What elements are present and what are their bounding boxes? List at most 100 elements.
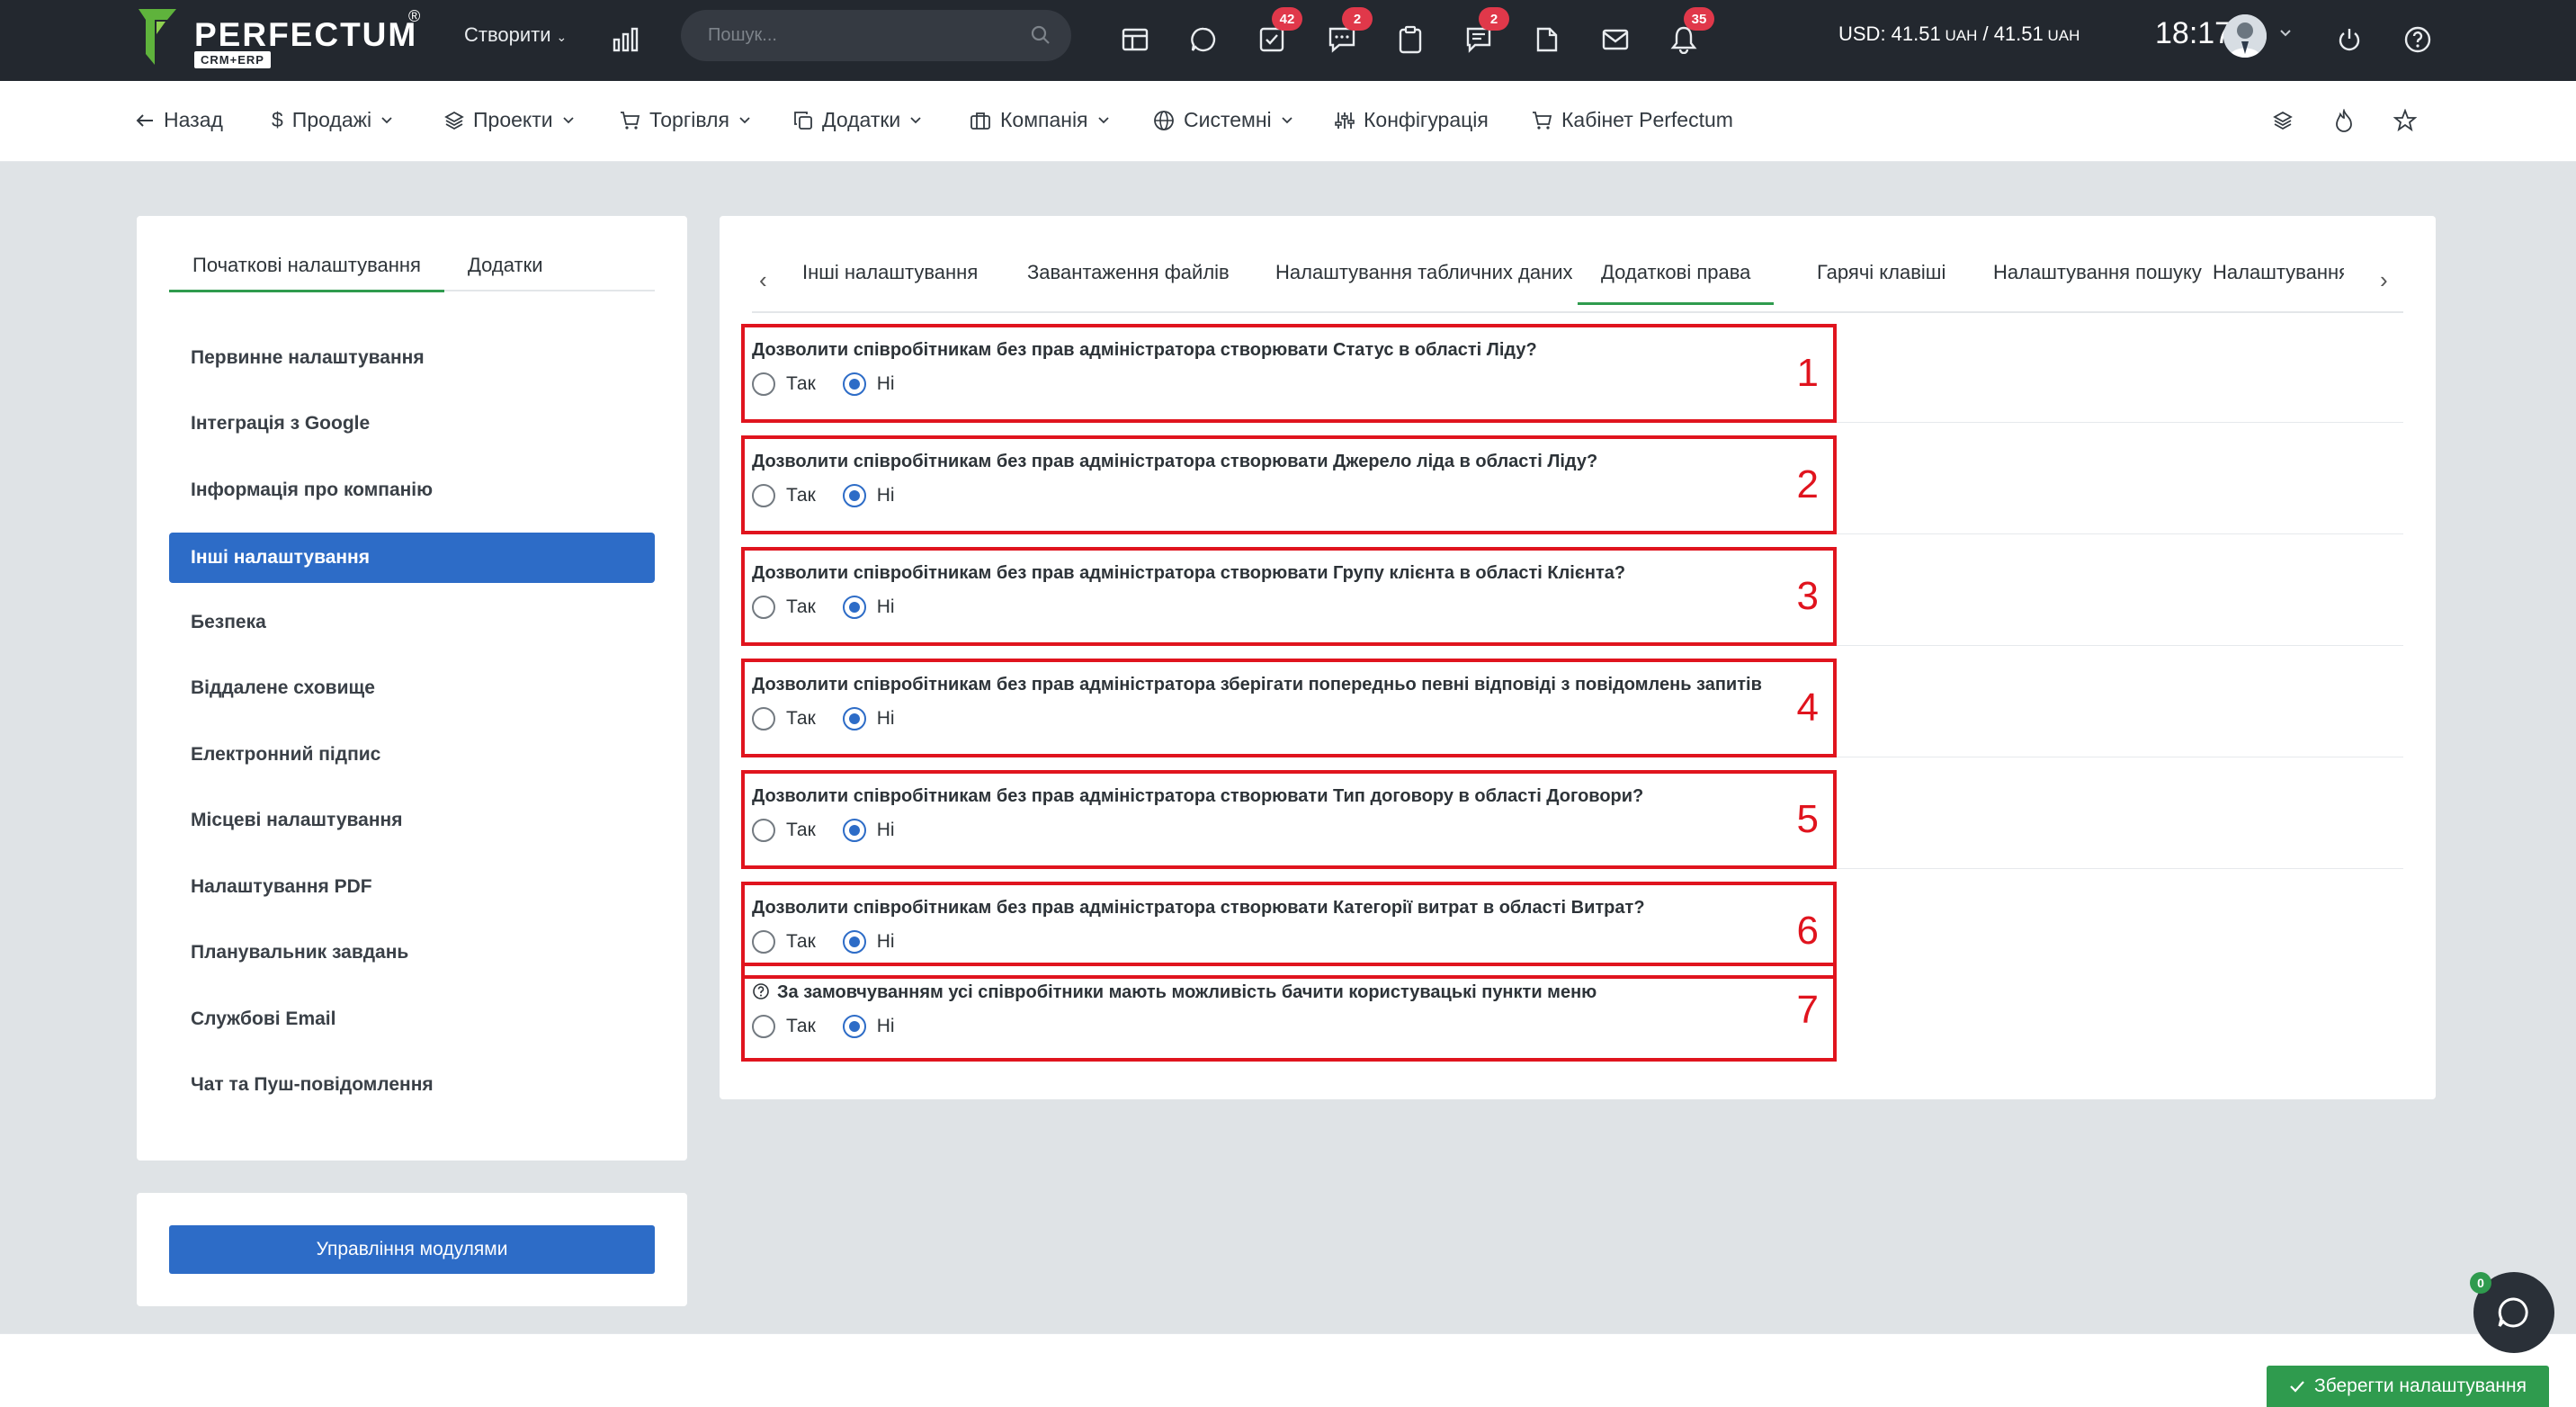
radio-no[interactable] xyxy=(842,484,866,507)
settings-tabs: ‹ Інші налаштування Завантаження файлів … xyxy=(752,252,2403,313)
copy-icon xyxy=(794,111,812,130)
radio-no-label: Ні xyxy=(876,485,895,506)
settings-content: ‹ Інші налаштування Завантаження файлів … xyxy=(720,216,2436,1099)
radio-yes[interactable] xyxy=(752,484,775,507)
radio-no[interactable] xyxy=(842,596,866,619)
clock: 18:17 xyxy=(2155,16,2232,50)
nav-back-label: Назад xyxy=(164,108,223,131)
tab-hotkeys[interactable]: Гарячі клавіші xyxy=(1817,261,1945,302)
radio-yes[interactable] xyxy=(752,1015,775,1038)
radio-yes-label: Так xyxy=(786,596,816,617)
nav-cabinet[interactable]: Кабінет Perfectum xyxy=(1531,108,1733,132)
search-input[interactable] xyxy=(708,10,1014,61)
save-settings-label: Зберегти налаштування xyxy=(2314,1376,2527,1396)
sidebar-item-scheduler[interactable]: Планувальник завдань xyxy=(169,928,655,978)
tasks-badge: 42 xyxy=(1272,7,1302,31)
mail-icon[interactable] xyxy=(1592,16,1639,63)
flame-icon[interactable] xyxy=(2330,106,2358,135)
sidebar-item-google[interactable]: Інтеграція з Google xyxy=(169,399,655,449)
cart-icon xyxy=(621,111,640,130)
question-circle-icon[interactable] xyxy=(752,982,770,1000)
radio-yes-label: Так xyxy=(786,373,816,394)
brand-registered-mark: ® xyxy=(408,7,421,25)
dollar-icon: $ xyxy=(272,108,283,131)
sidebar-item-email[interactable]: Службові Email xyxy=(169,994,655,1044)
tab-file-uploads[interactable]: Завантаження файлів xyxy=(1027,261,1230,302)
layers-icon[interactable] xyxy=(2268,106,2297,135)
save-settings-button[interactable]: Зберегти налаштування xyxy=(2267,1366,2549,1407)
tab-settings-more[interactable]: Налаштування xyxy=(2213,261,2344,302)
help-circle-icon[interactable] xyxy=(2394,16,2441,63)
nav-cabinet-label: Кабінет Perfectum xyxy=(1561,108,1733,131)
bell-icon[interactable]: 35 xyxy=(1660,7,1714,63)
nav-company[interactable]: Компанія xyxy=(970,108,1110,132)
sidebar-item-initial-setup[interactable]: Первинне налаштування xyxy=(169,333,655,383)
radio-yes[interactable] xyxy=(752,930,775,954)
radio-yes[interactable] xyxy=(752,819,775,842)
tasks-checkbox-icon[interactable]: 42 xyxy=(1248,7,1302,63)
currency-usd: USD: 41.51 xyxy=(1838,22,1941,45)
option-question: Дозволити співробітникам без прав адміні… xyxy=(752,452,1598,471)
nav-system[interactable]: Системні xyxy=(1153,108,1293,132)
sidebar-item-company-info[interactable]: Інформація про компанію xyxy=(169,465,655,515)
perfectum-logo[interactable]: PERFECTUM ® CRM+ERP xyxy=(137,7,434,70)
avatar[interactable] xyxy=(2223,14,2267,58)
tab-table-data[interactable]: Налаштування табличних даних xyxy=(1275,261,1573,302)
tab-additional-rights[interactable]: Додаткові права xyxy=(1578,261,1775,305)
nav-trade[interactable]: Торгівля xyxy=(619,108,751,132)
option-predefined-replies: Дозволити співробітникам без прав адміні… xyxy=(752,662,2403,757)
sidebar-item-security[interactable]: Безпека xyxy=(169,597,655,648)
tab-initial-settings[interactable]: Початкові налаштування xyxy=(169,254,444,292)
reports-chart-icon[interactable] xyxy=(603,16,649,63)
chat-bubble-icon[interactable] xyxy=(1180,16,1227,63)
option-radios: Так Ні xyxy=(752,596,922,619)
search-icon[interactable] xyxy=(1030,24,1051,46)
sidebar-item-other-settings[interactable]: Інші налаштування xyxy=(169,533,655,583)
chevron-right-icon[interactable]: › xyxy=(2380,266,2388,294)
tab-other-settings[interactable]: Інші налаштування xyxy=(802,261,978,302)
sidebar-item-chat-push[interactable]: Чат та Пуш-повідомлення xyxy=(169,1060,655,1110)
messages-icon[interactable]: 2 xyxy=(1319,7,1373,63)
document-icon[interactable] xyxy=(1524,16,1570,63)
sidebar-item-e-signature[interactable]: Електронний підпис xyxy=(169,730,655,780)
nav-sales[interactable]: $ Продажі xyxy=(272,108,393,132)
chevron-down-icon xyxy=(910,116,921,123)
chevron-left-icon[interactable]: ‹ xyxy=(759,266,767,294)
clipboard-icon[interactable] xyxy=(1387,16,1434,63)
radio-no[interactable] xyxy=(842,372,866,396)
radio-yes[interactable] xyxy=(752,596,775,619)
radio-no[interactable] xyxy=(842,707,866,730)
radio-no[interactable] xyxy=(842,819,866,842)
option-radios: Так Ні xyxy=(752,1015,922,1038)
brand-name: PERFECTUM xyxy=(194,16,418,53)
sidebar-item-remote-storage[interactable]: Віддалене сховище xyxy=(169,663,655,713)
nav-projects[interactable]: Проекти xyxy=(444,108,575,132)
manage-modules-button[interactable]: Управління модулями xyxy=(169,1225,655,1274)
sidebar-item-localization[interactable]: Місцеві налаштування xyxy=(169,795,655,846)
nav-back[interactable]: Назад xyxy=(135,108,223,132)
arrow-left-icon xyxy=(136,113,153,127)
nav-config[interactable]: Конфігурація xyxy=(1335,108,1489,132)
power-icon[interactable] xyxy=(2326,16,2373,63)
table-view-icon[interactable] xyxy=(1112,16,1158,63)
radio-yes[interactable] xyxy=(752,372,775,396)
sidebar-item-pdf[interactable]: Налаштування PDF xyxy=(169,862,655,912)
tab-addons[interactable]: Додатки xyxy=(468,254,542,290)
radio-no[interactable] xyxy=(842,930,866,954)
chevron-down-icon[interactable] xyxy=(2279,27,2292,40)
chat-count-badge: 0 xyxy=(2470,1272,2491,1294)
nav-system-label: Системні xyxy=(1184,108,1272,131)
option-radios: Так Ні xyxy=(752,819,922,842)
radio-yes-label: Так xyxy=(786,708,816,729)
create-dropdown[interactable]: Створити ⌄ xyxy=(464,23,567,47)
logo-mark-icon xyxy=(139,9,176,65)
star-icon[interactable] xyxy=(2391,106,2419,135)
option-custom-menu-items: За замовчуванням усі співробітники мають… xyxy=(752,973,2403,1063)
option-question: Дозволити співробітникам без прав адміні… xyxy=(752,563,1626,583)
nav-addons[interactable]: Додатки xyxy=(793,108,922,132)
radio-yes[interactable] xyxy=(752,707,775,730)
tab-search-settings[interactable]: Налаштування пошуку xyxy=(1993,261,2202,302)
radio-no[interactable] xyxy=(842,1015,866,1038)
notes-icon[interactable]: 2 xyxy=(1455,7,1509,63)
option-radios: Так Ні xyxy=(752,484,922,507)
